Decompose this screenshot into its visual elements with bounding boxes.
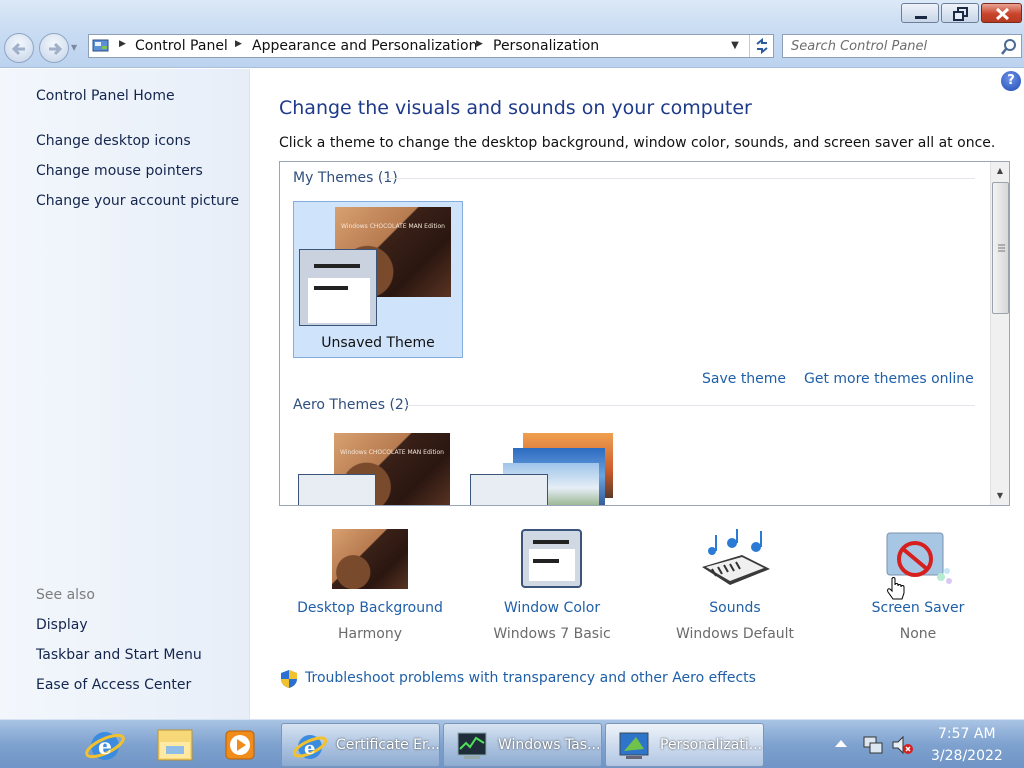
setting-screen-saver-title[interactable]: Screen Saver (843, 600, 993, 616)
setting-screen-saver-value: None (899, 626, 937, 642)
recent-pages-dropdown[interactable]: ▼ (71, 43, 77, 52)
search-placeholder: Search Control Panel (791, 39, 928, 54)
setting-sounds-value: Windows Default (675, 626, 795, 642)
taskbar-task-label: Certificate Er... (336, 737, 440, 753)
address-bar[interactable]: ▶ Control Panel ▶ Appearance and Persona… (88, 34, 774, 58)
taskbar-task-task-manager[interactable]: Windows Tas... (443, 723, 602, 767)
taskbar-task-label: Windows Tas... (498, 737, 601, 753)
window-titlebar: ▼ ▶ Control Panel ▶ Appearance and Perso… (0, 0, 1024, 68)
setting-desktop-background-title[interactable]: Desktop Background (295, 600, 445, 616)
search-input[interactable]: Search Control Panel (782, 34, 1022, 58)
group-title-aero-themes: Aero Themes (2) (293, 397, 410, 413)
theme-unsaved-label: Unsaved Theme (321, 335, 435, 351)
personalization-icon (619, 732, 649, 759)
breadcrumb-personalization[interactable]: Personalization (493, 38, 599, 54)
minimize-icon (915, 16, 927, 19)
scroll-down-arrow-icon[interactable]: ▼ (991, 487, 1009, 505)
internet-explorer-icon: e (292, 735, 328, 759)
theme-window-preview (298, 474, 376, 505)
theme-unsaved[interactable]: Windows CHOCOLATE MAN Edition Unsaved Th… (293, 201, 463, 358)
taskbar-task-certificate[interactable]: e Certificate Er... (281, 723, 440, 767)
setting-window-color-value: Windows 7 Basic (493, 626, 611, 642)
theme-window-preview (470, 474, 548, 505)
close-button[interactable] (981, 3, 1022, 23)
setting-window-color-title[interactable]: Window Color (477, 600, 627, 616)
sidebar-link-display[interactable]: Display (36, 617, 88, 633)
get-more-themes-link[interactable]: Get more themes online (804, 371, 974, 387)
see-also-heading: See also (36, 587, 95, 603)
control-panel-icon (92, 39, 109, 52)
help-icon[interactable]: ? (1001, 71, 1021, 91)
restore-icon (953, 7, 968, 21)
minimize-button[interactable] (901, 3, 939, 23)
hand-cursor-icon (887, 577, 905, 600)
theme-aero-chocolate[interactable]: Windows CHOCOLATE MAN Edition (293, 428, 463, 505)
mini-window-bar (314, 286, 348, 290)
themes-list[interactable]: My Themes (1) Windows CHOCOLATE MAN Edit… (279, 161, 1010, 506)
theme-preview-caption: Windows CHOCOLATE MAN Edition (340, 449, 444, 456)
mini-window-bar (314, 264, 360, 268)
chevron-right-icon: ▶ (119, 39, 126, 49)
page-description: Click a theme to change the desktop back… (279, 135, 996, 151)
page-title: Change the visuals and sounds on your co… (279, 97, 752, 119)
scroll-thumb[interactable] (992, 182, 1009, 314)
task-manager-icon (457, 732, 487, 759)
theme-window-preview (299, 249, 377, 326)
svg-text:e: e (304, 738, 315, 759)
main-content: ? Change the visuals and sounds on your … (250, 69, 1024, 719)
desktop-background-icon (332, 529, 408, 589)
chevron-right-icon: ▶ (476, 39, 483, 49)
clock-date[interactable]: 3/28/2022 (931, 748, 1003, 764)
taskbar-task-label: Personalizati... (660, 737, 763, 753)
breadcrumb-appearance[interactable]: Appearance and Personalization (252, 38, 477, 54)
group-divider (382, 178, 975, 179)
search-icon[interactable] (1000, 38, 1018, 56)
sidebar-link-change-desktop-icons[interactable]: Change desktop icons (36, 133, 191, 149)
sidebar-link-change-account-picture[interactable]: Change your account picture (36, 193, 239, 209)
themes-scrollbar[interactable]: ▲ ▼ (990, 162, 1009, 505)
sidebar: Control Panel Home Change desktop icons … (0, 69, 250, 719)
media-player-icon[interactable] (212, 724, 266, 766)
network-icon[interactable] (862, 734, 884, 756)
close-icon (995, 7, 1010, 21)
sidebar-link-ease-of-access[interactable]: Ease of Access Center (36, 677, 191, 693)
scroll-up-arrow-icon[interactable]: ▲ (991, 162, 1009, 180)
restore-button[interactable] (941, 3, 979, 23)
clock-time[interactable]: 7:57 AM (938, 726, 996, 742)
grip-icon (998, 244, 1005, 252)
theme-aero-landscapes[interactable] (470, 428, 640, 505)
taskbar: e e Certificate Er... Windows Tas... Per… (0, 719, 1024, 768)
back-button[interactable] (4, 33, 34, 63)
internet-explorer-icon[interactable]: e (78, 724, 132, 766)
sidebar-link-taskbar[interactable]: Taskbar and Start Menu (36, 647, 202, 663)
sidebar-link-change-mouse-pointers[interactable]: Change mouse pointers (36, 163, 203, 179)
sidebar-link-control-panel-home[interactable]: Control Panel Home (36, 88, 175, 104)
chevron-right-icon: ▶ (235, 39, 242, 49)
save-theme-link[interactable]: Save theme (702, 371, 786, 387)
mini-window-pane (308, 278, 370, 323)
arrow-left-icon (11, 42, 25, 56)
svg-text:e: e (98, 734, 112, 760)
forward-button[interactable] (39, 33, 69, 63)
address-dropdown-button[interactable]: ▼ (725, 35, 745, 57)
refresh-icon (756, 37, 768, 55)
sounds-icon (702, 529, 770, 585)
troubleshoot-link[interactable]: Troubleshoot problems with transparency … (305, 670, 756, 686)
group-divider (406, 405, 975, 406)
setting-sounds-title[interactable]: Sounds (660, 600, 810, 616)
arrow-right-icon (49, 42, 63, 56)
window-color-icon (521, 529, 582, 588)
volume-muted-icon[interactable] (890, 734, 914, 756)
taskbar-task-personalization[interactable]: Personalizati... (605, 723, 764, 767)
show-hidden-icons-icon[interactable] (834, 738, 848, 750)
setting-desktop-background-value: Harmony (338, 626, 402, 642)
theme-preview-caption: Windows CHOCOLATE MAN Edition (341, 223, 445, 230)
breadcrumb-control-panel[interactable]: Control Panel (135, 38, 228, 54)
refresh-button[interactable] (749, 35, 773, 57)
windows-explorer-icon[interactable] (148, 724, 202, 766)
shield-icon (281, 670, 297, 688)
